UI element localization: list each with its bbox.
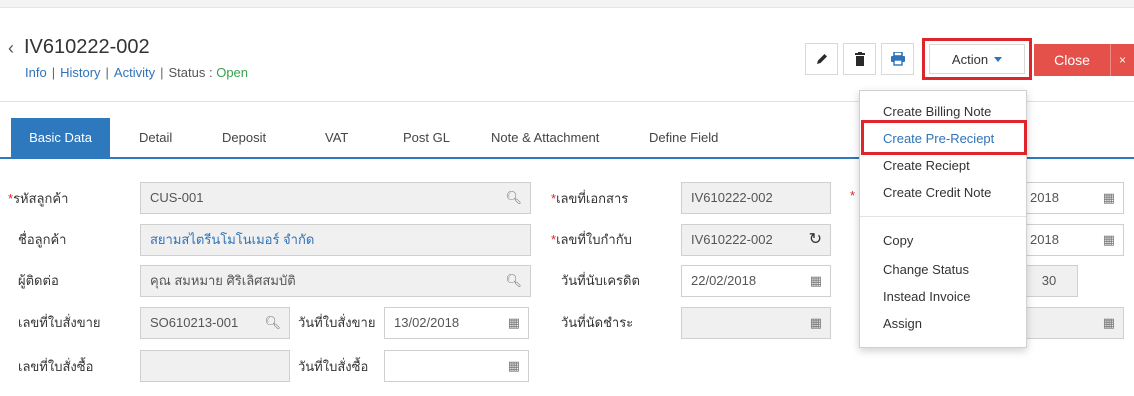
top-strip bbox=[0, 0, 1134, 8]
due-date-label: วันที่นัดชำระ bbox=[561, 315, 634, 330]
tab-vat[interactable]: VAT bbox=[325, 118, 348, 157]
tab-detail[interactable]: Detail bbox=[139, 118, 172, 157]
calendar-icon[interactable]: ▦ bbox=[1103, 308, 1115, 338]
doc-no-field[interactable]: IV610222-002 bbox=[681, 182, 831, 214]
tab-post-gl[interactable]: Post GL bbox=[403, 118, 450, 157]
right-date-field-4[interactable]: ▦ bbox=[1020, 307, 1124, 339]
calendar-icon[interactable]: ▦ bbox=[1103, 183, 1115, 213]
tax-invoice-label: *เลขที่ใบกำกับ bbox=[551, 232, 632, 247]
calendar-icon[interactable]: ▦ bbox=[508, 351, 520, 381]
separator: | bbox=[51, 65, 56, 80]
customer-code-field[interactable]: CUS-001 🔍︎ bbox=[140, 182, 531, 214]
so-date-field[interactable]: 13/02/2018 ▦ bbox=[384, 307, 529, 339]
menu-item-create-reciept[interactable]: Create Reciept bbox=[883, 158, 970, 173]
right-date-field-2[interactable]: 2018 ▦ bbox=[1020, 224, 1124, 256]
tab-deposit[interactable]: Deposit bbox=[222, 118, 266, 157]
header-subnav: Info | History | Activity | Status : Open bbox=[25, 65, 248, 80]
info-link[interactable]: Info bbox=[25, 65, 47, 80]
close-x-button[interactable]: × bbox=[1110, 44, 1134, 76]
so-date-label: วันที่ใบสั่งขาย bbox=[298, 315, 376, 330]
customer-code-label: *รหัสลูกค้า bbox=[8, 191, 69, 206]
customer-name-label: ชื่อลูกค้า bbox=[18, 232, 67, 247]
pencil-icon bbox=[816, 54, 827, 64]
printer-icon bbox=[890, 52, 905, 66]
menu-highlight-box bbox=[861, 120, 1027, 155]
separator: | bbox=[105, 65, 109, 80]
page-title: IV610222-002 bbox=[24, 36, 150, 58]
po-no-label: เลขที่ใบสั่งซื้อ bbox=[18, 359, 94, 374]
calendar-icon[interactable]: ▦ bbox=[810, 308, 822, 338]
contact-label: ผู้ติดต่อ bbox=[18, 273, 59, 288]
so-no-field[interactable]: SO610213-001 🔍︎ bbox=[140, 307, 290, 339]
required-marker: * bbox=[850, 188, 856, 203]
edit-button[interactable] bbox=[805, 43, 838, 75]
search-icon[interactable]: 🔍︎ bbox=[264, 308, 281, 338]
menu-item-create-credit-note[interactable]: Create Credit Note bbox=[883, 185, 991, 200]
calendar-icon[interactable]: ▦ bbox=[1103, 225, 1115, 255]
calendar-icon[interactable]: ▦ bbox=[508, 308, 520, 338]
menu-item-assign[interactable]: Assign bbox=[883, 316, 922, 331]
right-credit-days-field[interactable]: 30 bbox=[1020, 265, 1078, 297]
credit-date-field[interactable]: 22/02/2018 ▦ bbox=[681, 265, 831, 297]
separator: | bbox=[160, 65, 164, 80]
tab-basic-data[interactable]: Basic Data bbox=[11, 118, 110, 157]
search-icon[interactable]: 🔍︎ bbox=[505, 266, 522, 296]
so-no-label: เลขที่ใบสั่งขาย bbox=[18, 315, 101, 330]
status-colon: : bbox=[208, 65, 213, 80]
menu-item-copy[interactable]: Copy bbox=[883, 233, 913, 248]
delete-button[interactable] bbox=[843, 43, 876, 75]
trash-icon bbox=[854, 52, 865, 66]
po-date-label: วันที่ใบสั่งซื้อ bbox=[298, 359, 369, 374]
status-badge: Open bbox=[216, 65, 249, 80]
menu-item-create-billing-note[interactable]: Create Billing Note bbox=[883, 104, 991, 119]
tax-invoice-field[interactable]: IV610222-002 ↻ bbox=[681, 224, 831, 256]
status-label: Status bbox=[168, 65, 206, 80]
customer-name-field[interactable]: สยามสไตรีนโมโนเมอร์ จำกัด bbox=[140, 224, 531, 256]
history-link[interactable]: History bbox=[60, 65, 100, 80]
po-date-field[interactable]: ▦ bbox=[384, 350, 529, 382]
back-chevron-icon[interactable]: ‹ bbox=[8, 38, 14, 59]
tab-note-attachment[interactable]: Note & Attachment bbox=[491, 118, 599, 157]
refresh-icon[interactable]: ↻ bbox=[809, 225, 822, 255]
menu-item-instead-invoice[interactable]: Instead Invoice bbox=[883, 289, 970, 304]
contact-field[interactable]: คุณ สมหมาย ศิริเลิศสมบัติ 🔍︎ bbox=[140, 265, 531, 297]
calendar-icon[interactable]: ▦ bbox=[810, 266, 822, 296]
doc-no-label: *เลขที่เอกสาร bbox=[551, 191, 629, 206]
activity-link[interactable]: Activity bbox=[114, 65, 155, 80]
right-date-field-1[interactable]: 2018 ▦ bbox=[1020, 182, 1124, 214]
print-button[interactable] bbox=[881, 43, 914, 75]
due-date-field[interactable]: ▦ bbox=[681, 307, 831, 339]
po-no-field[interactable] bbox=[140, 350, 290, 382]
credit-date-label: วันที่นับเครดิต bbox=[561, 273, 640, 288]
tab-define-field[interactable]: Define Field bbox=[649, 118, 718, 157]
close-button[interactable]: Close bbox=[1034, 44, 1110, 76]
menu-item-change-status[interactable]: Change Status bbox=[883, 262, 969, 277]
menu-divider bbox=[860, 216, 1026, 217]
action-highlight-box bbox=[922, 38, 1032, 80]
search-icon[interactable]: 🔍︎ bbox=[505, 183, 522, 213]
